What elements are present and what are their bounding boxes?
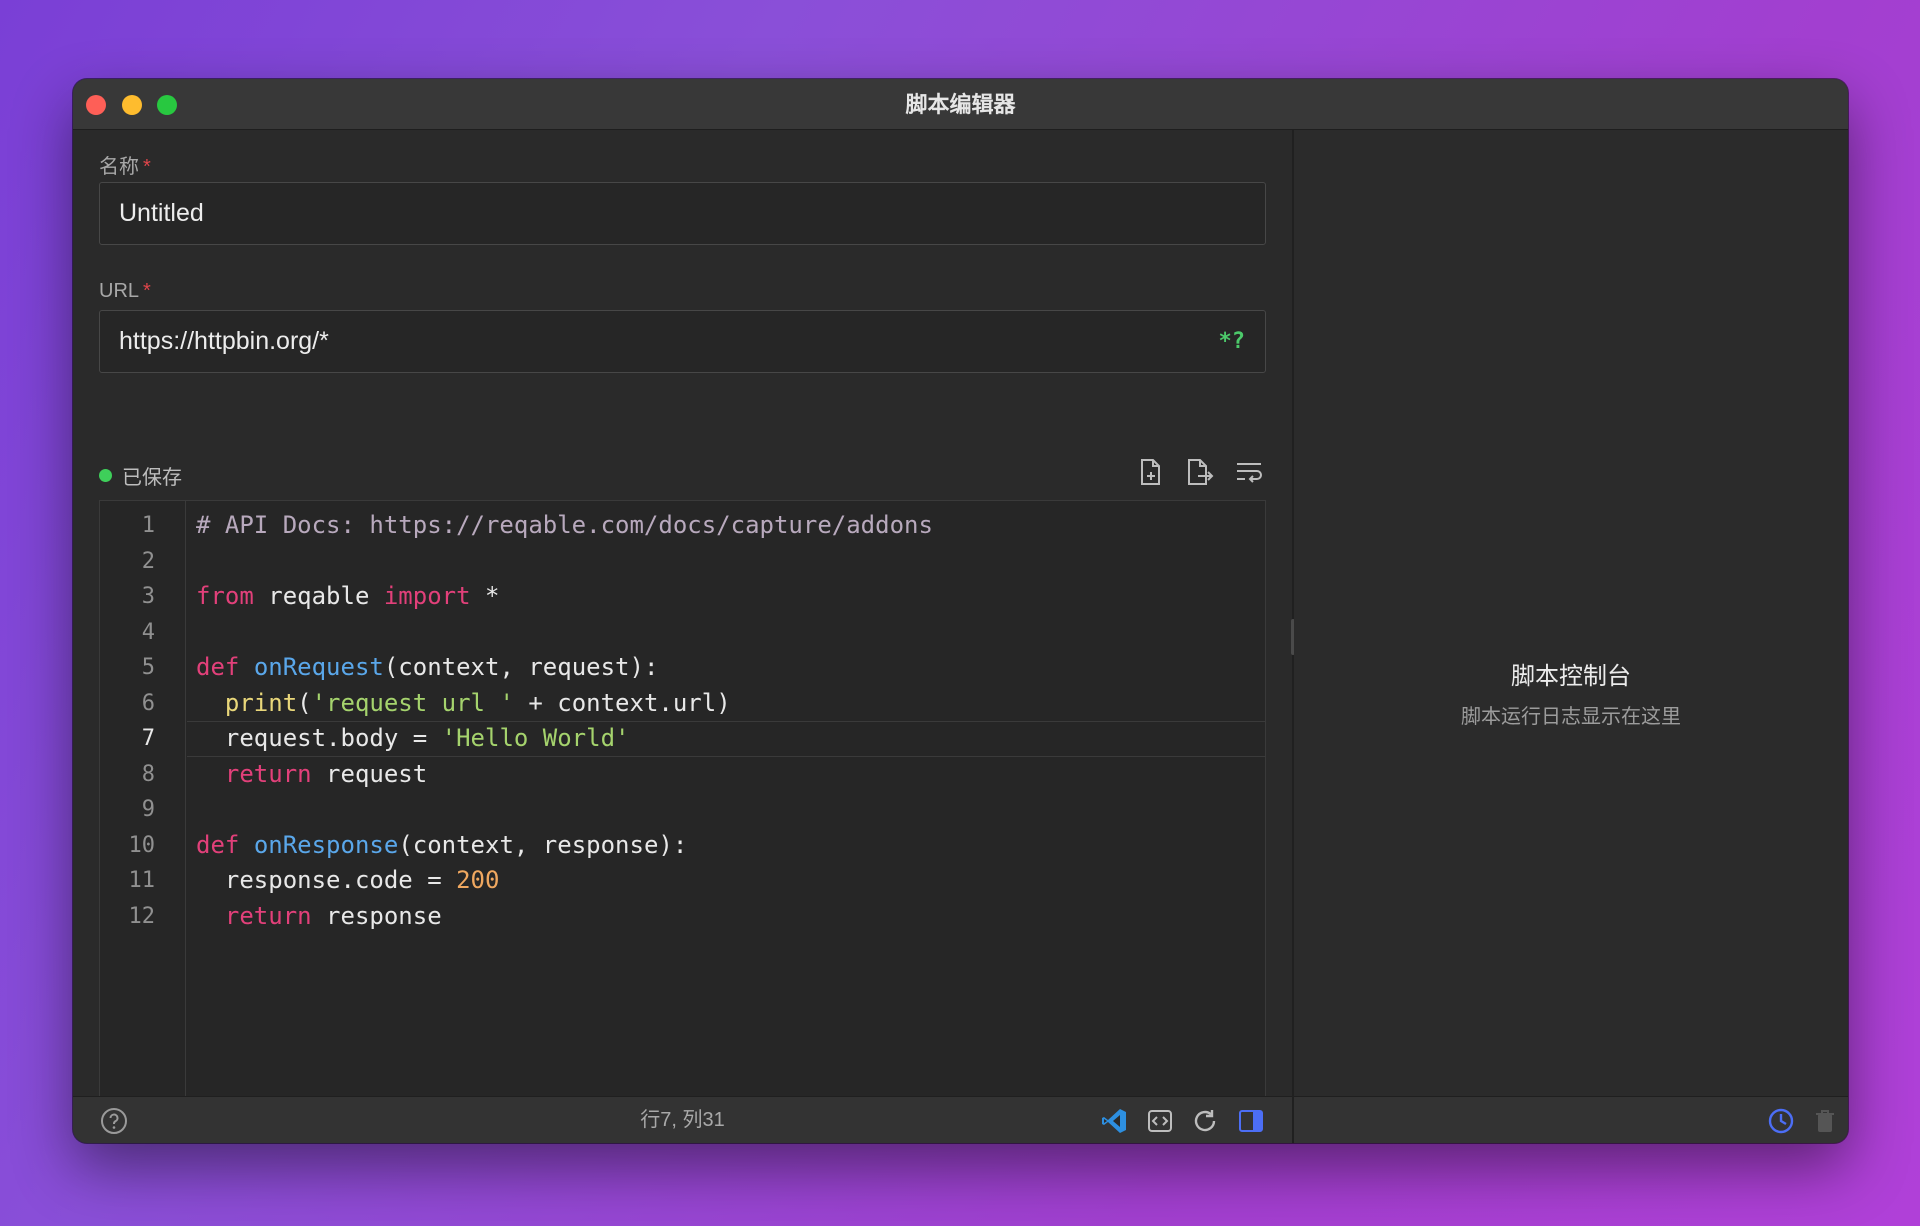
console-title: 脚本控制台 xyxy=(1511,663,1631,690)
name-required-mark: * xyxy=(143,156,151,178)
refresh-icon[interactable] xyxy=(1190,1106,1220,1136)
save-status: 已保存 xyxy=(99,461,182,490)
code-line: return response xyxy=(196,902,442,930)
code-token: response xyxy=(311,901,442,930)
trash-icon[interactable] xyxy=(1810,1106,1840,1136)
code-token: return xyxy=(224,901,312,930)
save-status-text: 已保存 xyxy=(122,467,182,489)
line-number: 12 xyxy=(128,903,156,929)
editor-panel: 名称 * Untitled URL * https://httpbin.org/* … xyxy=(73,130,1292,1143)
history-icon[interactable] xyxy=(1766,1106,1796,1136)
line-number: 6 xyxy=(141,690,155,716)
line-number-gutter: 1 2 3 4 5 6 7 8 9 10 11 12 xyxy=(100,501,186,1143)
line-number: 4 xyxy=(141,619,155,645)
script-editor-window: 脚本编辑器 名称 * Untitled URL * https://httpbin.… xyxy=(73,79,1848,1143)
url-required-mark: * xyxy=(143,280,151,302)
line-number: 1 xyxy=(141,513,155,538)
code-line: def onResponse(context, response): xyxy=(196,831,687,859)
code-token: request.body = xyxy=(196,724,442,752)
code-line: request.body = 'Hello World' xyxy=(196,724,630,752)
code-token: # API Docs: https://reqable.com/docs/cap… xyxy=(196,511,933,539)
code-snippet-icon[interactable] xyxy=(1145,1106,1175,1136)
code-token: 'request url ' xyxy=(311,688,514,717)
url-label: URL * xyxy=(99,280,151,303)
line-number: 10 xyxy=(128,832,156,858)
code-token: * xyxy=(470,582,500,610)
code-line: def onRequest(context, request): xyxy=(196,653,658,681)
url-input[interactable]: https://httpbin.org/* *? xyxy=(99,310,1266,373)
code-token: 'Hello World' xyxy=(441,724,630,752)
code-line: response.code = 200 xyxy=(196,866,500,894)
code-token: 200 xyxy=(456,866,500,894)
name-label-text: 名称 xyxy=(99,156,139,178)
regex-toggle-button[interactable]: *? xyxy=(1219,311,1246,372)
word-wrap-icon[interactable] xyxy=(1234,456,1264,488)
name-input-value: Untitled xyxy=(119,199,204,227)
code-editor[interactable]: 1 2 3 4 5 6 7 8 9 10 11 12 # API Docs: https://reqa… xyxy=(99,500,1266,1143)
saved-dot-icon xyxy=(99,469,112,482)
line-number: 9 xyxy=(141,797,155,822)
code-token: onResponse xyxy=(253,830,399,859)
console-footer xyxy=(1294,1096,1848,1143)
export-file-icon[interactable] xyxy=(1185,456,1215,488)
line-number: 11 xyxy=(128,868,156,893)
line-number: 2 xyxy=(141,548,155,574)
code-token: def xyxy=(196,830,240,859)
code-token: return xyxy=(224,759,312,788)
name-input[interactable]: Untitled xyxy=(99,182,1266,245)
url-label-text: URL xyxy=(99,280,140,302)
code-token: print xyxy=(224,688,298,717)
toggle-panel-icon[interactable] xyxy=(1236,1106,1266,1136)
vscode-icon[interactable] xyxy=(1099,1106,1129,1136)
title-bar: 脚本编辑器 xyxy=(73,79,1848,130)
code-token: import xyxy=(383,582,471,610)
window-title: 脚本编辑器 xyxy=(905,92,1016,117)
console-subtitle: 脚本运行日志显示在这里 xyxy=(1461,706,1681,728)
code-token: reqable xyxy=(253,582,384,610)
code-line: # API Docs: https://reqable.com/docs/cap… xyxy=(196,511,933,539)
line-number: 7 xyxy=(141,726,155,751)
code-token: request xyxy=(311,759,428,788)
code-line: return request xyxy=(196,760,427,788)
code-line: from reqable import * xyxy=(196,582,499,610)
code-token: ( xyxy=(297,688,312,717)
code-token: (context, request): xyxy=(383,653,659,681)
code-token: (context, response): xyxy=(398,830,688,859)
code-token: from xyxy=(196,582,254,610)
line-number: 5 xyxy=(141,655,155,680)
code-token: def xyxy=(196,653,240,681)
line-number: 8 xyxy=(141,761,155,787)
import-file-icon[interactable] xyxy=(1136,456,1166,488)
code-line: print('request url ' + context.url) xyxy=(196,689,731,717)
code-token: response.code = xyxy=(196,866,457,894)
code-token: onRequest xyxy=(253,653,384,681)
url-input-value: https://httpbin.org/* xyxy=(119,327,329,355)
name-label: 名称 * xyxy=(99,150,151,179)
console-panel: 脚本控制台 脚本运行日志显示在这里 xyxy=(1294,130,1848,1143)
editor-footer: 行7, 列31 xyxy=(73,1096,1292,1143)
line-number: 3 xyxy=(141,584,155,609)
code-token: + context.url) xyxy=(513,688,731,717)
